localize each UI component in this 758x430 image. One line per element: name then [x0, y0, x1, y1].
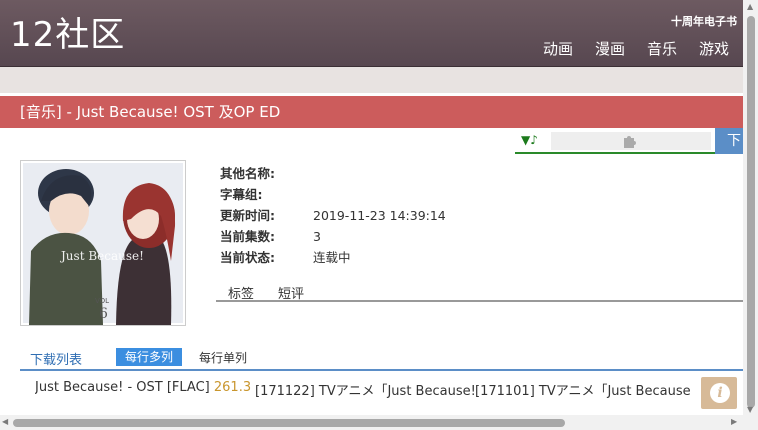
episodes-value: 3	[313, 229, 321, 244]
download-file-list: Just Because! - OST [FLAC] 261.3 [171122]…	[35, 380, 691, 400]
nav-item-manga[interactable]: 漫画	[595, 38, 625, 59]
updated-label: 更新时间:	[220, 208, 275, 223]
horizontal-scroll-thumb[interactable]	[13, 419, 565, 427]
view-single-button[interactable]: 每行单列	[199, 349, 247, 366]
other-names-label: 其他名称:	[220, 166, 275, 181]
scroll-left-arrow-icon[interactable]: ◀	[2, 417, 8, 426]
cover-image: Just Because! VOL 6	[20, 160, 186, 326]
cover-vol-number: 6	[99, 306, 108, 322]
nav-item-music[interactable]: 音乐	[647, 38, 677, 59]
updated-value: 2019-11-23 14:39:14	[313, 208, 446, 223]
detail-tabs: 标签 短评	[216, 282, 743, 302]
puzzle-icon	[621, 132, 639, 154]
file-item[interactable]: Just Because! - OST [FLAC] 261.3	[35, 380, 255, 395]
vertical-scroll-thumb[interactable]	[747, 16, 755, 408]
site-logo[interactable]: 12社区	[10, 14, 125, 56]
main-nav: 动画 漫画 音乐 游戏	[543, 38, 729, 59]
tab-reviews[interactable]: 短评	[278, 283, 304, 302]
info-button[interactable]: i	[701, 377, 737, 409]
status-value: 连载中	[313, 250, 351, 265]
anniversary-ebook-link[interactable]: 十周年电子书	[671, 13, 737, 29]
download-list-divider	[20, 369, 743, 371]
scroll-right-arrow-icon[interactable]: ▶	[731, 417, 737, 426]
nav-item-games[interactable]: 游戏	[699, 38, 729, 59]
download-list-title[interactable]: 下载列表	[30, 349, 82, 368]
nav-item-anime[interactable]: 动画	[543, 38, 573, 59]
file-item[interactable]: [171101] TVアニメ「Just Because! ED」	[475, 380, 691, 399]
tab-tags[interactable]: 标签	[228, 283, 254, 302]
status-label: 当前状态:	[220, 250, 275, 265]
sub-bar	[0, 67, 743, 93]
site-header: 12社区 十周年电子书 动画 漫画 音乐 游戏	[0, 0, 743, 67]
cover-art-text: Just Because!	[59, 249, 144, 263]
page-title: [音乐] - Just Because! OST 及OP ED	[0, 96, 743, 128]
file-name: Just Because! - OST [FLAC]	[35, 380, 210, 395]
scroll-down-arrow-icon[interactable]: ▼	[747, 405, 753, 414]
download-button[interactable]: 下载	[715, 128, 743, 154]
file-item[interactable]: [171122] TVアニメ「Just Because! OP」	[255, 380, 475, 399]
episodes-label: 当前集数:	[220, 229, 275, 244]
player-toolbar: ▼♪	[515, 130, 715, 154]
plugin-placeholder	[551, 132, 711, 150]
music-note-icon[interactable]: ▼♪	[521, 133, 538, 147]
info-icon: i	[710, 383, 730, 403]
view-multi-button[interactable]: 每行多列	[116, 348, 183, 366]
cover-vol-label: VOL	[95, 297, 109, 305]
file-size: 261.3	[213, 380, 252, 395]
subgroup-label: 字幕组:	[220, 187, 263, 202]
scroll-up-arrow-icon[interactable]: ▲	[747, 2, 753, 11]
